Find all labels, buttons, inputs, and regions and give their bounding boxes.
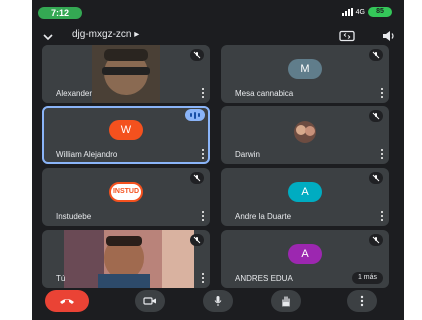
participant-tile-mesa-cannabica[interactable]: M Mesa cannabica — [221, 45, 389, 103]
raise-hand-button[interactable] — [271, 290, 301, 312]
participant-tile-instudebe[interactable]: INSTUD Instudebe — [42, 168, 210, 226]
mic-off-icon — [190, 49, 204, 61]
end-call-button[interactable] — [45, 290, 89, 312]
battery-icon: 85 — [368, 7, 392, 17]
mic-off-icon — [369, 110, 383, 122]
more-vert-icon[interactable] — [380, 88, 383, 98]
avatar: W — [109, 120, 143, 140]
participant-tile-andres[interactable]: A ANDRES EDUA 1 más — [221, 230, 389, 288]
speaking-indicator-icon — [185, 109, 205, 121]
mic-off-icon — [369, 172, 383, 184]
mic-off-icon — [190, 172, 204, 184]
participant-tile-william-alejandro[interactable]: W William Alejandro — [42, 106, 210, 164]
more-vert-icon[interactable] — [201, 273, 204, 283]
mic-off-icon — [369, 234, 383, 246]
mic-off-icon — [369, 49, 383, 61]
participant-name: Darwin — [235, 150, 260, 159]
camera-button[interactable] — [135, 290, 165, 312]
more-vert-icon[interactable] — [201, 88, 204, 98]
participant-name: William Alejandro — [56, 150, 118, 159]
status-indicators: 4G 85 — [341, 7, 392, 17]
end-call-icon — [60, 299, 74, 304]
call-controls — [32, 288, 404, 318]
status-bar: 7:12 4G 85 — [32, 0, 404, 22]
camera-icon — [143, 297, 156, 305]
mic-icon — [214, 296, 222, 306]
participant-name: Alexander — [56, 89, 93, 98]
avatar: M — [288, 59, 322, 79]
more-participants-badge[interactable]: 1 más — [351, 272, 383, 284]
mic-off-icon — [190, 234, 204, 246]
more-vert-icon — [360, 295, 364, 307]
avatar: A — [288, 244, 322, 264]
raise-hand-icon — [282, 296, 290, 307]
participant-tile-andre[interactable]: A Andre la Duarte — [221, 168, 389, 226]
participant-name: Mesa cannabica — [235, 89, 294, 98]
participant-tile-darwin[interactable]: Darwin — [221, 106, 389, 164]
more-options-button[interactable] — [347, 290, 377, 312]
more-vert-icon[interactable] — [201, 211, 204, 221]
meeting-code[interactable]: djg-mxgz-zcn ▸ — [72, 29, 139, 40]
mic-button[interactable] — [203, 290, 233, 312]
participant-name: Andre la Duarte — [235, 212, 292, 221]
signal-icon — [341, 8, 353, 16]
participant-name: Tú — [56, 274, 66, 283]
avatar: INSTUD — [109, 182, 143, 202]
self-video — [64, 230, 194, 288]
more-vert-icon[interactable] — [380, 149, 383, 159]
avatar: A — [288, 182, 322, 202]
participant-name: Instudebe — [56, 212, 92, 221]
network-type: 4G — [355, 8, 365, 16]
participant-tile-alexander[interactable]: Alexander — [42, 45, 210, 103]
more-vert-icon[interactable] — [201, 149, 204, 159]
clock: 7:12 — [38, 7, 82, 19]
participant-tile-self[interactable]: Tú — [42, 230, 210, 288]
participant-name: ANDRES EDUA — [235, 274, 293, 283]
more-vert-icon[interactable] — [380, 211, 383, 221]
meet-screen: 7:12 4G 85 djg-mxgz-zcn ▸ Alexander M Me… — [32, 0, 404, 320]
meeting-header: djg-mxgz-zcn ▸ — [32, 26, 404, 46]
